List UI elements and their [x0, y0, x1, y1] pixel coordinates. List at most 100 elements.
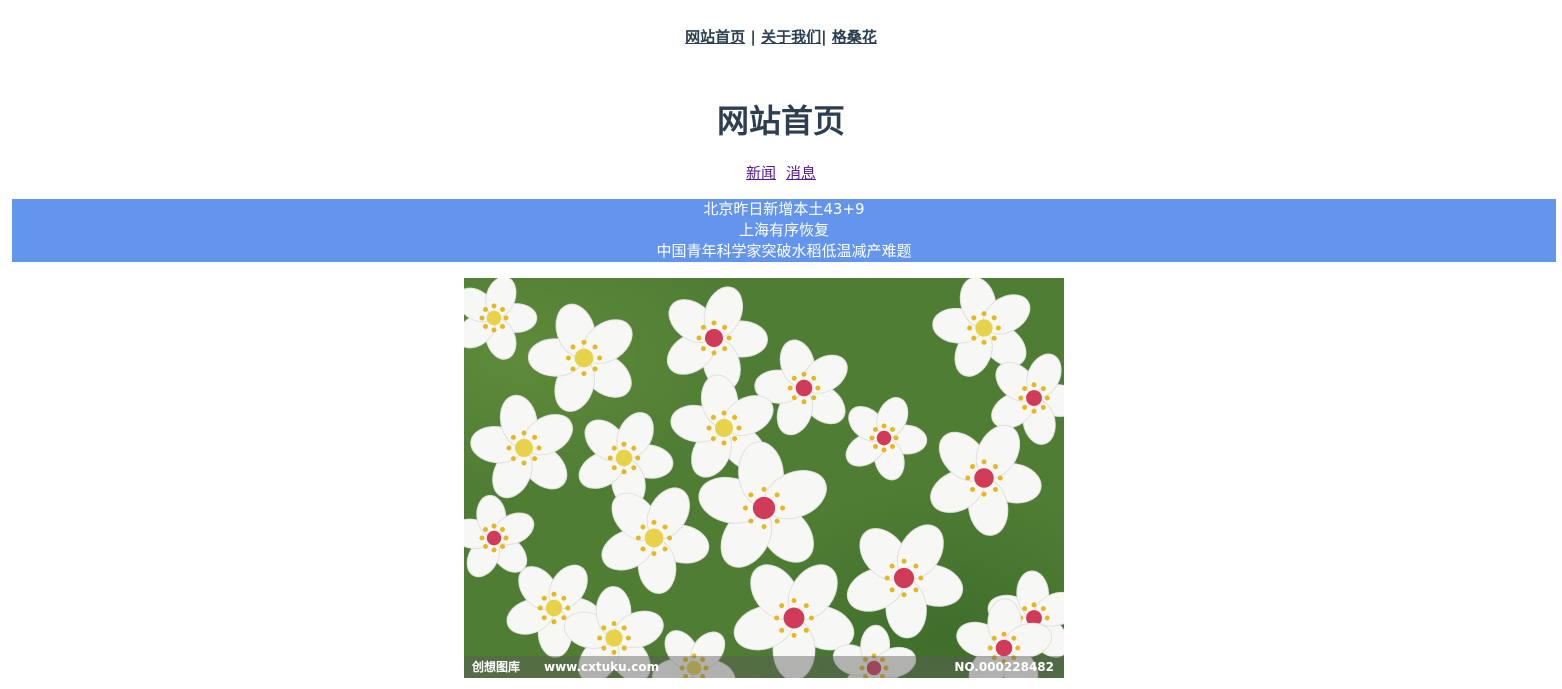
flower-stamen	[700, 324, 706, 330]
flower-stamen	[803, 627, 809, 633]
flower-stamen	[801, 399, 807, 405]
flower-center	[545, 599, 563, 617]
flower-stamen	[651, 519, 657, 525]
flower-stamen	[873, 443, 879, 449]
flower-center	[1026, 390, 1042, 406]
flower-stamen	[510, 456, 516, 462]
flower-stamen	[532, 456, 538, 462]
sub-nav-link-messages[interactable]: 消息	[786, 164, 816, 182]
sub-nav-link-news[interactable]: 新闻	[746, 164, 776, 182]
flower-stamen	[1031, 602, 1037, 608]
flower-stamen	[532, 434, 538, 440]
flower-stamen	[491, 327, 497, 333]
flower-stamen	[901, 558, 907, 564]
flower-stamen	[889, 587, 895, 593]
flower-stamen	[722, 346, 728, 352]
flower-stamen	[1022, 386, 1028, 392]
flower-stamen	[625, 635, 631, 641]
flower-stamen	[640, 546, 646, 552]
flower-bloom	[527, 303, 633, 412]
flower-stamen	[815, 385, 821, 391]
flower-stamen	[736, 425, 742, 431]
flower-stamen	[992, 464, 998, 470]
flower-stamen	[479, 315, 485, 321]
flower-stamen	[881, 447, 887, 453]
flower-center	[515, 439, 533, 457]
flower-stamen	[662, 546, 668, 552]
flower-center	[876, 430, 892, 446]
flower-stamen	[710, 414, 716, 420]
flower-stamen	[732, 436, 738, 442]
flower-stamen	[970, 486, 976, 492]
flower-stamen	[521, 430, 527, 436]
flower-stamen	[981, 491, 987, 497]
flower-stamen	[1018, 395, 1024, 401]
flower-stamen	[997, 475, 1003, 481]
flower-stamen	[748, 492, 754, 498]
flower-stamen	[491, 303, 497, 309]
flower-stamen	[592, 366, 598, 372]
news-item: 上海有序恢复	[738, 221, 829, 239]
flower-stamen	[601, 645, 607, 651]
flower-stamen	[570, 366, 576, 372]
flower-stamen	[611, 465, 617, 471]
nav-separator: |	[745, 28, 762, 46]
nav-link-about[interactable]: 关于我们	[761, 28, 821, 46]
flower-stamen	[635, 535, 641, 541]
flower-photo: 创想图库 www.cxtuku.com NO.000228482	[464, 278, 1064, 678]
flower-center	[715, 419, 733, 437]
flower-stamen	[748, 518, 754, 524]
flower-stamen	[621, 469, 627, 475]
flower-stamen	[981, 339, 987, 345]
flower-stamen	[869, 435, 875, 441]
flower-center	[615, 449, 633, 467]
flower-stamen	[521, 460, 527, 466]
flower-stamen	[503, 535, 509, 541]
flower-stamen	[611, 621, 617, 627]
flower-center	[975, 319, 993, 337]
flower-stamen	[631, 445, 637, 451]
watermark-brand: 创想图库	[472, 660, 521, 674]
flower-center	[644, 528, 664, 548]
nav-link-home[interactable]: 网站首页	[685, 28, 745, 46]
flower-stamen	[499, 527, 505, 533]
watermark-number: NO.000228482	[954, 660, 1054, 674]
flower-center	[486, 310, 502, 326]
flower-stamen	[791, 395, 797, 401]
flower-stamen	[499, 543, 505, 549]
flower-stamen	[774, 615, 780, 621]
flower-stamen	[1040, 386, 1046, 392]
flower-stamen	[483, 543, 489, 549]
flower-bloom	[754, 339, 848, 436]
flower-stamen	[1011, 635, 1017, 641]
flower-stamen	[811, 395, 817, 401]
nav-separator: |	[821, 28, 832, 46]
flower-stamen	[700, 346, 706, 352]
flower-stamen	[483, 307, 489, 313]
flower-stamen	[581, 371, 587, 377]
flower-stamen	[710, 436, 716, 442]
flower-center	[783, 607, 805, 629]
flower-stamen	[483, 323, 489, 329]
flower-stamen	[761, 486, 767, 492]
flower-stamen	[551, 591, 557, 597]
flower-stamen	[561, 595, 567, 601]
flower-stamen	[913, 563, 919, 569]
flower-bloom	[601, 487, 710, 594]
flower-stamen	[965, 475, 971, 481]
flower-stamen	[779, 627, 785, 633]
flower-stamen	[884, 575, 890, 581]
flower-stamen	[706, 425, 712, 431]
flower-stamen	[801, 371, 807, 377]
flower-stamen	[565, 355, 571, 361]
flower-stamen	[774, 518, 780, 524]
flower-stamen	[893, 435, 899, 441]
flower-stamen	[483, 527, 489, 533]
flower-center	[795, 379, 813, 397]
flower-stamen	[651, 551, 657, 557]
flower-stamen	[696, 335, 702, 341]
flower-stamen	[721, 410, 727, 416]
flower-stamen	[780, 505, 786, 511]
flower-stamen	[541, 615, 547, 621]
nav-link-flower[interactable]: 格桑花	[832, 28, 877, 46]
